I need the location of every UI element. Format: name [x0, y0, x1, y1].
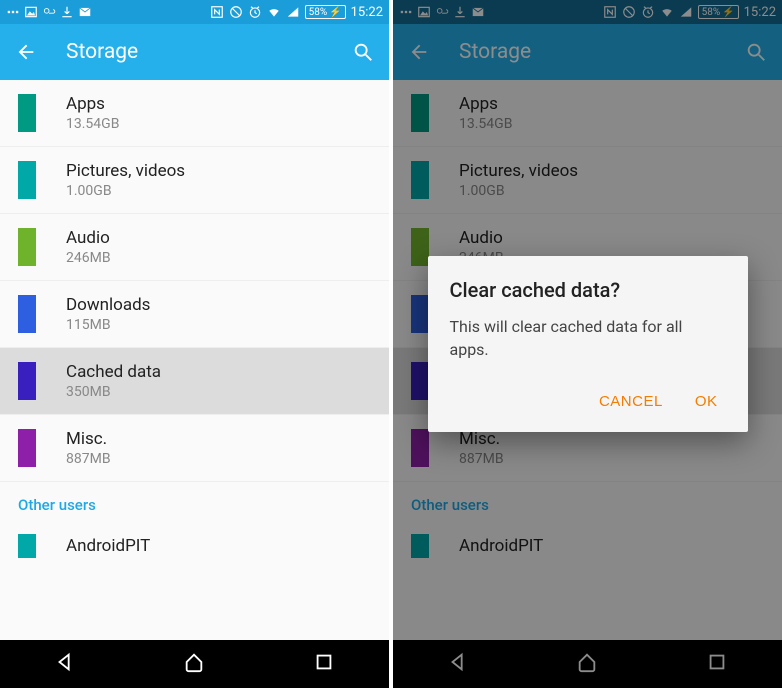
wifi-icon: [267, 5, 281, 19]
nfc-icon: [210, 5, 224, 19]
color-swatch: [18, 429, 36, 467]
section-other-users: Other users: [0, 482, 389, 520]
storage-item-cached[interactable]: Cached data 350MB: [0, 348, 389, 415]
ok-button[interactable]: OK: [691, 387, 722, 416]
storage-item-audio[interactable]: Audio 246MB: [0, 214, 389, 281]
item-size: 887MB: [66, 451, 111, 467]
item-size: 13.54GB: [66, 116, 119, 132]
color-swatch: [18, 161, 36, 199]
cancel-button[interactable]: CANCEL: [595, 387, 667, 416]
dialog-scrim[interactable]: Clear cached data? This will clear cache…: [393, 0, 782, 688]
storage-item-pictures[interactable]: Pictures, videos 1.00GB: [0, 147, 389, 214]
page-title: Storage: [66, 40, 138, 64]
color-swatch: [18, 228, 36, 266]
nav-back-button[interactable]: [54, 651, 76, 677]
storage-list: Apps 13.54GB Pictures, videos 1.00GB Audio…: [0, 80, 389, 640]
item-size: 115MB: [66, 317, 150, 333]
download-icon: [60, 5, 74, 19]
item-title: Apps: [66, 94, 119, 114]
signal-icon: [286, 5, 300, 19]
alarm-icon: [248, 5, 262, 19]
more-icon: [6, 5, 20, 19]
color-swatch: [18, 362, 36, 400]
nav-home-button[interactable]: [183, 651, 205, 677]
mail-icon: [78, 5, 92, 19]
clear-cache-dialog: Clear cached data? This will clear cache…: [428, 256, 748, 432]
image-icon: [24, 5, 38, 19]
status-bar: 58%⚡ 15:22: [0, 0, 389, 24]
item-title: AndroidPIT: [66, 536, 150, 556]
color-swatch: [18, 534, 36, 558]
nav-recent-button[interactable]: [313, 651, 335, 677]
search-button[interactable]: [351, 40, 375, 64]
dialog-title: Clear cached data?: [450, 278, 726, 302]
item-title: Audio: [66, 228, 111, 248]
storage-item-other-user[interactable]: AndroidPIT: [0, 520, 389, 560]
color-swatch: [18, 295, 36, 333]
nav-bar: [0, 640, 389, 688]
block-icon: [229, 5, 243, 19]
storage-item-misc[interactable]: Misc. 887MB: [0, 415, 389, 482]
item-size: 350MB: [66, 384, 161, 400]
app-bar: Storage: [0, 24, 389, 80]
clock: 15:22: [351, 5, 383, 20]
phone-right: 58%⚡ 15:22 Storage Apps13.54GB Pictures,…: [393, 0, 782, 688]
item-title: Misc.: [66, 429, 111, 449]
back-button[interactable]: [14, 40, 38, 64]
phone-left: 58%⚡ 15:22 Storage Apps 13.54GB Pictures,…: [0, 0, 389, 688]
item-size: 246MB: [66, 250, 111, 266]
item-title: Pictures, videos: [66, 161, 185, 181]
storage-item-apps[interactable]: Apps 13.54GB: [0, 80, 389, 147]
item-size: 1.00GB: [66, 183, 185, 199]
dialog-message: This will clear cached data for all apps…: [450, 316, 726, 361]
color-swatch: [18, 94, 36, 132]
item-title: Cached data: [66, 362, 161, 382]
item-title: Downloads: [66, 295, 150, 315]
battery-indicator: 58%⚡: [305, 5, 346, 19]
weather-icon: [42, 5, 56, 19]
storage-item-downloads[interactable]: Downloads 115MB: [0, 281, 389, 348]
